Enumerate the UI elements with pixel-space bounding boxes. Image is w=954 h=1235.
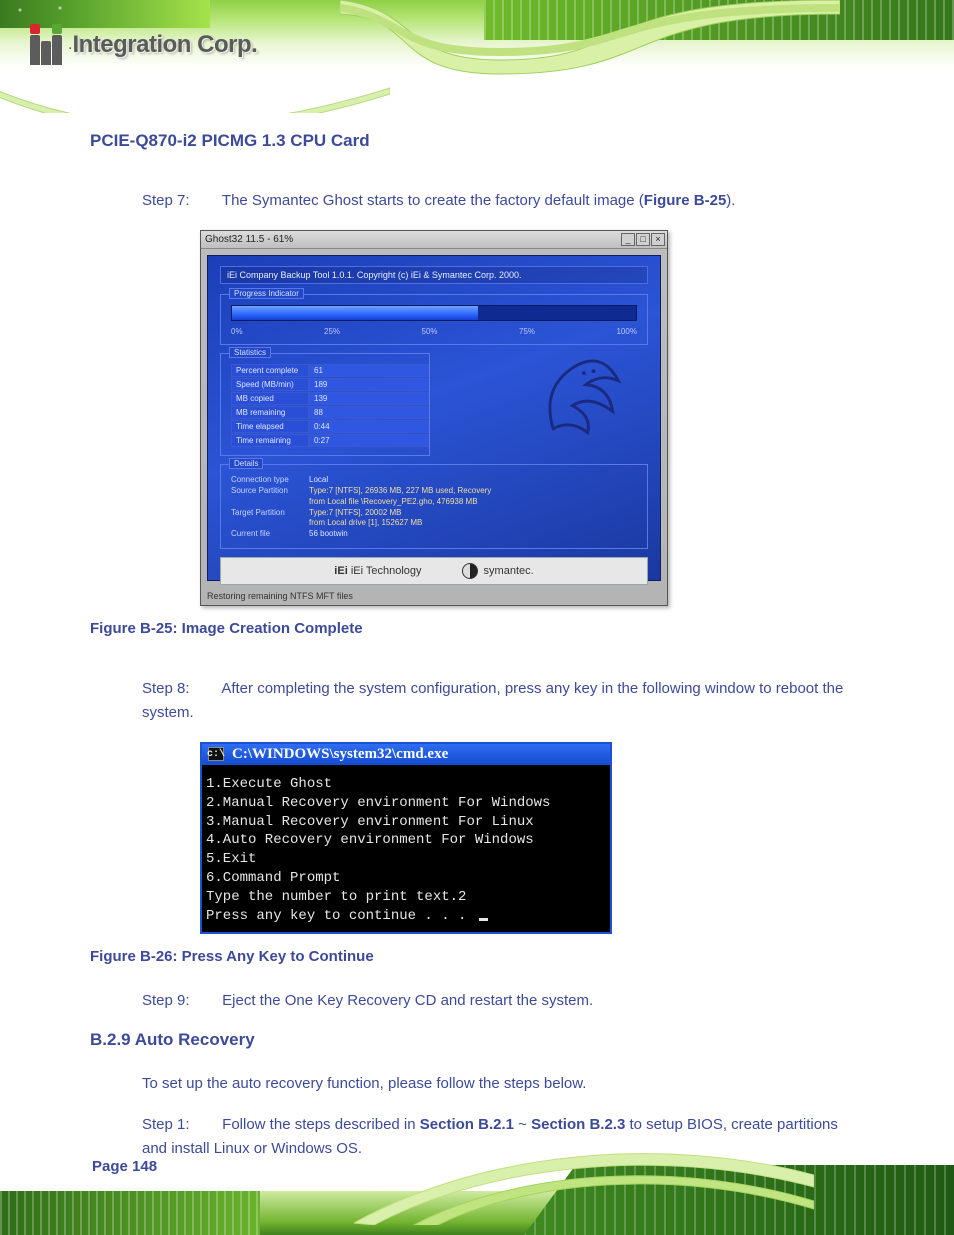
- ghost-detail-conn-k: Connection type: [231, 475, 309, 486]
- cmd-line-8: Press any key to continue . . .: [206, 908, 475, 924]
- ghost-window: Ghost32 11.5 - 61% _ □ × iEi Company Bac…: [200, 230, 668, 606]
- blank2: [231, 518, 309, 529]
- step-7-text-a: The Symantec Ghost starts to create the …: [222, 192, 644, 209]
- ghost-stat-k-5: Time remaining: [231, 434, 309, 447]
- ghost-progress-group-label: Progress Indicator: [229, 288, 304, 299]
- ghost-stats-group: Statistics Percent complete61 Speed (MB/…: [220, 353, 430, 456]
- cmd-line-7: Type the number to print text.2: [206, 889, 466, 905]
- ghost-footer-symantec: symantec.: [462, 563, 534, 579]
- ghost-footer-logos: iEi iEi Technology symantec.: [220, 557, 648, 585]
- page-number: Page 148: [92, 1158, 157, 1175]
- ghost-detail-tgt-v2: from Local drive [1], 152627 MB: [309, 518, 422, 529]
- cmd-window: c:\ C:\WINDOWS\system32\cmd.exe 1.Execut…: [200, 742, 612, 934]
- cmd-body[interactable]: 1.Execute Ghost 2.Manual Recovery enviro…: [202, 765, 610, 932]
- ghost-client-area: iEi Company Backup Tool 1.0.1. Copyright…: [207, 255, 661, 581]
- ghost-titlebar: Ghost32 11.5 - 61% _ □ ×: [201, 231, 667, 249]
- para-1: To set up the auto recovery function, pl…: [142, 1072, 864, 1095]
- ghost-stat-v-1: 189: [309, 378, 429, 391]
- ghost-stat-v-0: 61: [309, 364, 429, 377]
- ghost-progress-group: Progress Indicator 0% 25% 50% 75% 100%: [220, 294, 648, 345]
- ghost-progress-ticks: 0% 25% 50% 75% 100%: [231, 327, 637, 336]
- ghost-stat-k-0: Percent complete: [231, 364, 309, 377]
- cmd-line-5: 5.Exit: [206, 851, 256, 867]
- ghost-progress-bar: [231, 305, 637, 321]
- blank1: [231, 497, 309, 508]
- step-7: Step 7: The Symantec Ghost starts to cre…: [142, 189, 864, 212]
- ghost-detail-conn-v: Local: [309, 475, 328, 486]
- figure-26-caption: Figure B-26: Press Any Key to Continue: [90, 948, 864, 965]
- close-button[interactable]: ×: [651, 233, 665, 246]
- ghost-tick-0: 0%: [231, 327, 243, 336]
- ghost-logo-icon: [534, 352, 630, 438]
- ghost-detail-src-v: Type:7 [NTFS], 26936 MB, 227 MB used, Re…: [309, 486, 491, 497]
- cmd-line-1: 1.Execute Ghost: [206, 776, 332, 792]
- ghost-stats-group-label: Statistics: [229, 347, 271, 358]
- page-footer: Page 148: [0, 1115, 954, 1235]
- ghost-stat-v-3: 88: [309, 406, 429, 419]
- ghost-detail-src-k: Source Partition: [231, 486, 309, 497]
- ghost-footer-iei: iEi iEi Technology: [334, 565, 421, 577]
- ghost-tick-100: 100%: [616, 327, 636, 336]
- step-7-figref: Figure B-25: [644, 192, 727, 209]
- ghost-stat-k-4: Time elapsed: [231, 420, 309, 433]
- header-bottom-curve: [0, 68, 390, 113]
- ghost-stat-v-5: 0:27: [309, 434, 429, 447]
- cmd-line-6: 6.Command Prompt: [206, 870, 340, 886]
- step-9-label: Step 9:: [142, 989, 218, 1012]
- ghost-copyright: iEi Company Backup Tool 1.0.1. Copyright…: [220, 266, 648, 284]
- cmd-cursor: [479, 918, 488, 921]
- step-9-text: Eject the One Key Recovery CD and restar…: [222, 992, 593, 1009]
- ghost-detail-cur-v: 56 bootwin: [309, 529, 348, 540]
- ghost-detail-src-v2: from Local file \Recovery_PE2.gho, 47693…: [309, 497, 478, 508]
- ghost-stat-k-1: Speed (MB/min): [231, 378, 309, 391]
- ghost-stat-k-3: MB remaining: [231, 406, 309, 419]
- figure-25-caption: Figure B-25: Image Creation Complete: [90, 620, 864, 637]
- ghost-footer-iei-text: iEi Technology: [351, 565, 422, 577]
- ghost-detail-tgt-v: Type:7 [NTFS], 20002 MB: [309, 508, 401, 519]
- ghost-window-title: Ghost32 11.5 - 61%: [205, 234, 293, 245]
- symantec-icon: [462, 563, 478, 579]
- ghost-stat-v-2: 139: [309, 392, 429, 405]
- step-8-label: Step 8:: [142, 677, 218, 700]
- ghost-stat-v-4: 0:44: [309, 420, 429, 433]
- ghost-details-group: Details Connection typeLocal Source Part…: [220, 464, 648, 549]
- ghost-detail-tgt-k: Target Partition: [231, 508, 309, 519]
- ghost-tick-50: 50%: [422, 327, 438, 336]
- ghost-stat-k-2: MB copied: [231, 392, 309, 405]
- ghost-progress-fill: [232, 306, 478, 320]
- header-banner: . Integration Corp.: [0, 0, 954, 113]
- cmd-icon: c:\: [208, 747, 224, 761]
- ghost-status-bar: Restoring remaining NTFS MFT files: [207, 591, 661, 601]
- cmd-title-text: C:\WINDOWS\system32\cmd.exe: [232, 746, 448, 763]
- cmd-line-2: 2.Manual Recovery environment For Window…: [206, 795, 550, 811]
- cmd-line-3: 3.Manual Recovery environment For Linux: [206, 814, 534, 830]
- ghost-detail-cur-k: Current file: [231, 529, 309, 540]
- page-content: PCIE-Q870-i2 PICMG 1.3 CPU Card Step 7: …: [0, 113, 954, 1160]
- step-9: Step 9: Eject the One Key Recovery CD an…: [142, 989, 864, 1012]
- footer-curve: [354, 1115, 814, 1225]
- ghost-stats-table: Percent complete61 Speed (MB/min)189 MB …: [231, 364, 419, 447]
- ghost-details-group-label: Details: [229, 458, 263, 469]
- header-swoosh: [340, 0, 840, 113]
- logo-mark: [30, 24, 62, 65]
- ghost-details: Connection typeLocal Source PartitionTyp…: [231, 475, 637, 540]
- step-8: Step 8: After completing the system conf…: [142, 677, 864, 724]
- cmd-titlebar: c:\ C:\WINDOWS\system32\cmd.exe: [202, 744, 610, 765]
- logo: . Integration Corp.: [30, 24, 257, 65]
- maximize-button[interactable]: □: [636, 233, 650, 246]
- cmd-line-4: 4.Auto Recovery environment For Windows: [206, 832, 534, 848]
- ghost-footer-symantec-text: symantec.: [484, 565, 534, 577]
- doc-title: PCIE-Q870-i2 PICMG 1.3 CPU Card: [90, 131, 864, 151]
- logo-text: Integration Corp.: [72, 31, 257, 59]
- section-heading: B.2.9 Auto Recovery: [90, 1030, 864, 1050]
- ghost-tick-75: 75%: [519, 327, 535, 336]
- step-7-label: Step 7:: [142, 189, 218, 212]
- minimize-button[interactable]: _: [621, 233, 635, 246]
- step-7-text-b: ).: [726, 192, 735, 209]
- ghost-window-buttons: _ □ ×: [621, 233, 665, 246]
- ghost-tick-25: 25%: [324, 327, 340, 336]
- footer-left-strip: [0, 1191, 260, 1235]
- step-8-text: After completing the system configuratio…: [142, 680, 843, 720]
